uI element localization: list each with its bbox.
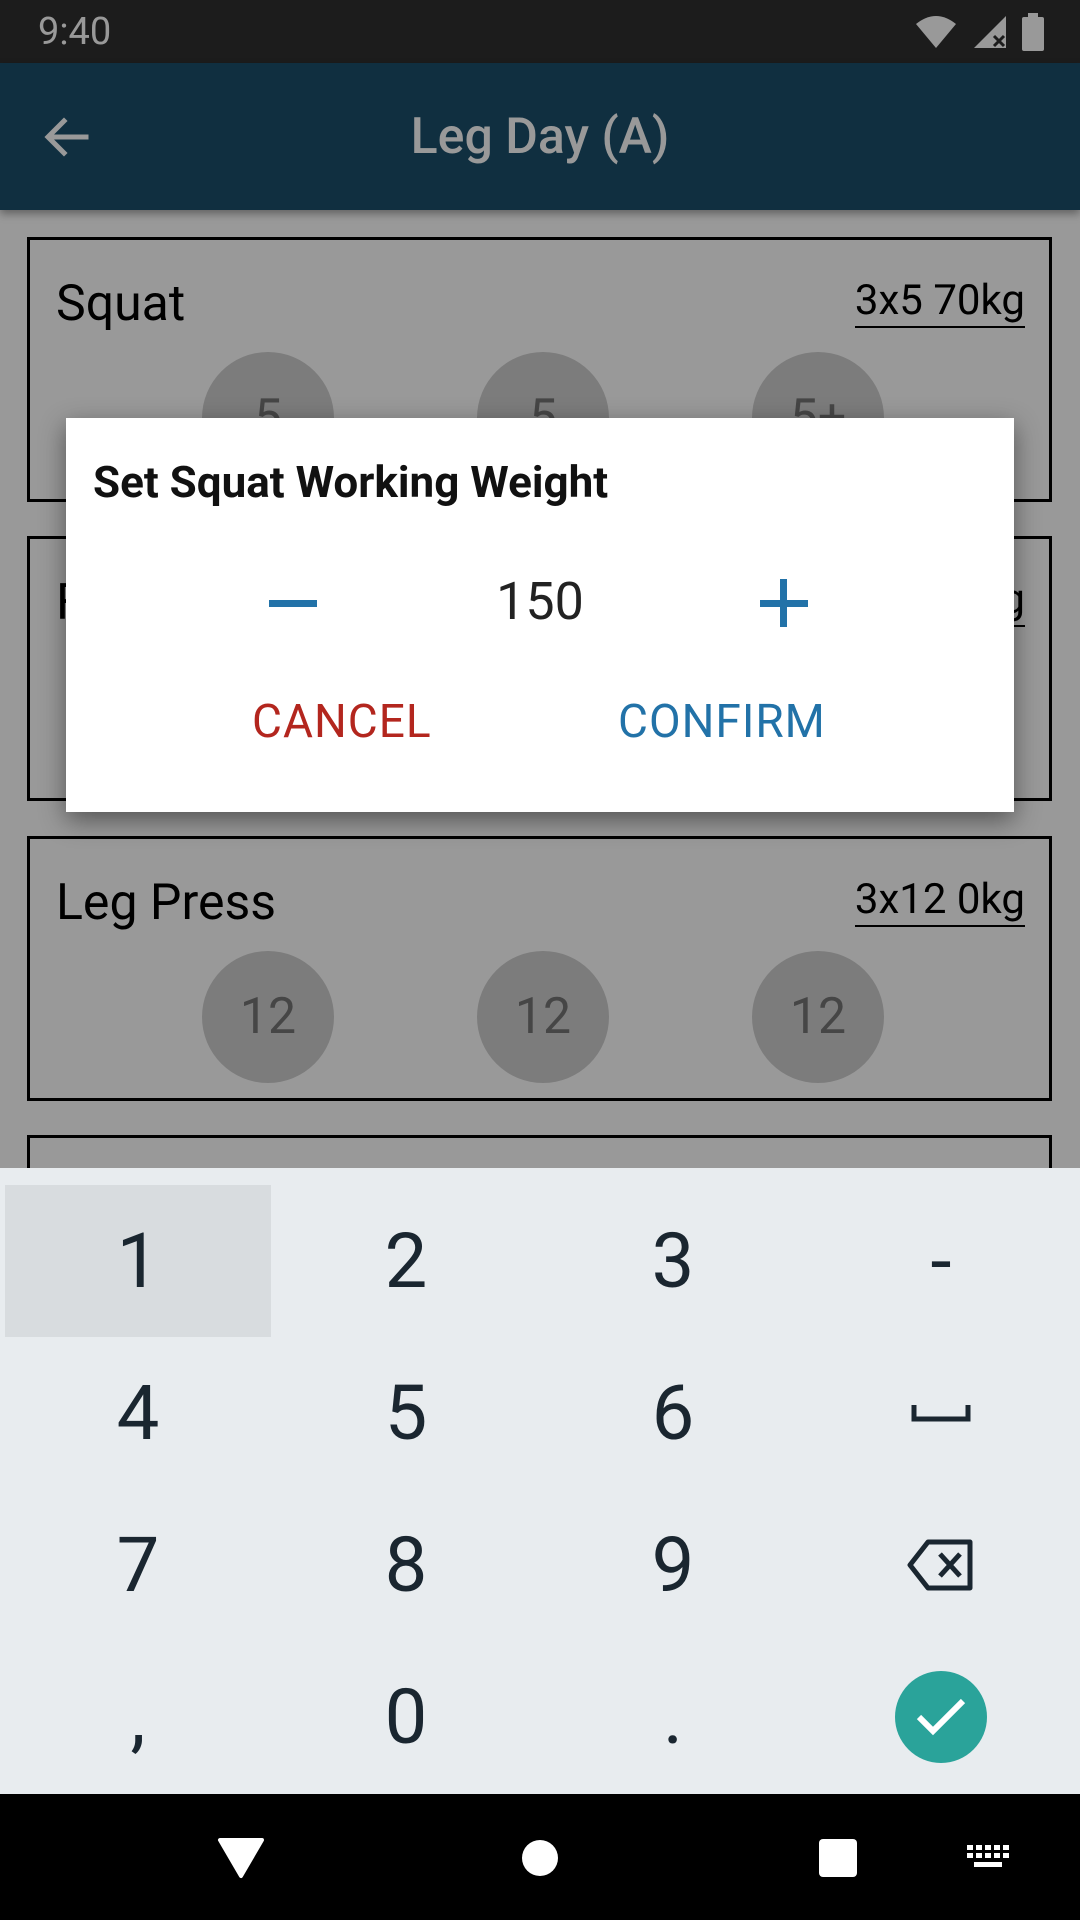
weight-value: 150 bbox=[496, 571, 584, 632]
key-4[interactable]: 4 bbox=[5, 1337, 271, 1489]
nav-keyboard-button[interactable] bbox=[960, 1830, 1016, 1886]
screen: 9:40 Leg Day (A) Squat 3x5 70kg 5 5 5+ bbox=[0, 0, 1080, 1920]
recents-square-icon bbox=[819, 1839, 857, 1877]
keyboard-switch-icon bbox=[967, 1845, 1009, 1867]
key-0[interactable]: 0 bbox=[273, 1641, 539, 1793]
nav-back-button[interactable] bbox=[213, 1830, 269, 1886]
key-1[interactable]: 1 bbox=[5, 1185, 271, 1337]
cancel-button[interactable]: CANCEL bbox=[252, 694, 432, 750]
key-comma[interactable]: , bbox=[5, 1641, 271, 1793]
weight-dialog: Set Squat Working Weight 150 CANCEL CONF… bbox=[66, 418, 1014, 812]
key-minus[interactable]: - bbox=[808, 1185, 1074, 1337]
key-7[interactable]: 7 bbox=[5, 1489, 271, 1641]
key-3[interactable]: 3 bbox=[540, 1185, 806, 1337]
key-period[interactable]: . bbox=[540, 1641, 806, 1793]
key-6[interactable]: 6 bbox=[540, 1337, 806, 1489]
enter-key-circle bbox=[895, 1671, 987, 1763]
home-circle-icon bbox=[522, 1840, 558, 1876]
nav-recents-button[interactable] bbox=[810, 1830, 866, 1886]
key-enter[interactable] bbox=[808, 1641, 1074, 1793]
checkmark-icon bbox=[916, 1698, 966, 1736]
nav-home-button[interactable] bbox=[512, 1830, 568, 1886]
confirm-button[interactable]: CONFIRM bbox=[618, 694, 826, 750]
key-5[interactable]: 5 bbox=[273, 1337, 539, 1489]
key-9[interactable]: 9 bbox=[540, 1489, 806, 1641]
plus-icon[interactable] bbox=[739, 558, 829, 648]
key-space[interactable] bbox=[808, 1337, 1074, 1489]
space-icon bbox=[911, 1405, 971, 1422]
system-nav-bar bbox=[0, 1794, 1080, 1920]
key-backspace[interactable] bbox=[808, 1489, 1074, 1641]
key-2[interactable]: 2 bbox=[273, 1185, 539, 1337]
key-8[interactable]: 8 bbox=[273, 1489, 539, 1641]
dialog-title: Set Squat Working Weight bbox=[93, 456, 609, 508]
back-triangle-icon bbox=[218, 1838, 264, 1878]
backspace-icon bbox=[907, 1539, 973, 1591]
numeric-keyboard: 1 2 3 - 4 5 6 7 8 9 , 0 . bbox=[0, 1168, 1080, 1794]
